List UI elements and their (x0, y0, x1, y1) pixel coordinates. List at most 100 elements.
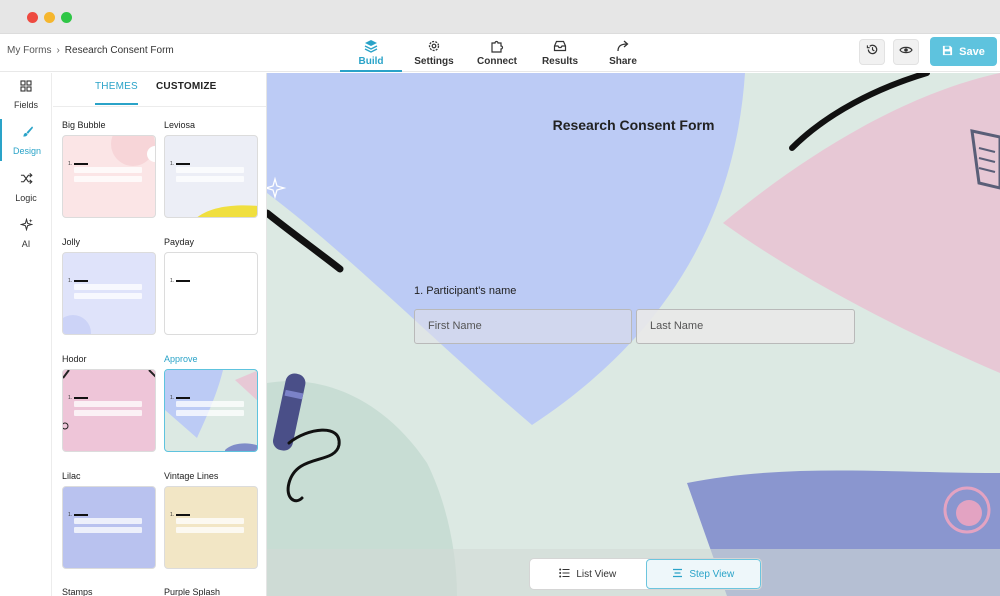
theme-card-vintage-lines[interactable]: Vintage Lines 1. (164, 471, 258, 581)
rail-item-label: AI (21, 239, 31, 249)
theme-name: Jolly (62, 237, 81, 247)
theme-name: Leviosa (164, 120, 196, 130)
theme-name: Payday (164, 237, 195, 247)
theme-card-big-bubble[interactable]: Big Bubble 1. (62, 120, 156, 230)
nav-tab-build[interactable]: Build (340, 37, 402, 72)
thumb-field (176, 410, 244, 416)
floppy-disk-icon (942, 45, 953, 59)
theme-preview: 1. (164, 252, 258, 335)
step-view-button[interactable]: Step View (645, 559, 761, 589)
themes-panel: THEMES CUSTOMIZE Big Bubble 1. Leviosa 1… (53, 73, 267, 596)
theme-preview: 1. (62, 486, 156, 569)
shuffle-icon (20, 172, 33, 190)
rail-item-label: Fields (13, 100, 38, 110)
step-view-label: Step View (689, 568, 735, 580)
thumb-dash (74, 280, 88, 282)
breadcrumb-my-forms-link[interactable]: My Forms (7, 45, 51, 56)
theme-card-jolly[interactable]: Jolly 1. (62, 237, 156, 347)
tab-customize[interactable]: CUSTOMIZE (156, 81, 217, 105)
thumb-field (74, 284, 142, 290)
list-view-label: List View (576, 568, 617, 580)
theme-card-approve[interactable]: Approve 1. (164, 354, 258, 464)
theme-preview: 1. (164, 486, 258, 569)
theme-name: Approve (164, 354, 198, 364)
rail-item-design[interactable]: Design (0, 119, 52, 161)
rail-item-fields[interactable]: Fields (0, 78, 52, 120)
rail-item-ai[interactable]: AI (0, 216, 52, 258)
form-title: Research Consent Form (552, 117, 715, 133)
top-bar: My Forms › Research Consent Form Build S… (0, 34, 1000, 72)
theme-name: Vintage Lines (164, 471, 219, 481)
save-button-label: Save (959, 45, 985, 58)
thumb-number: 1. (170, 161, 175, 167)
theme-preview: 1. (62, 135, 156, 218)
theme-card-stamps[interactable]: Stamps (62, 587, 156, 596)
thumb-number: 1. (170, 512, 175, 518)
thumb-field (74, 518, 142, 524)
breadcrumb-current-form: Research Consent Form (64, 45, 174, 56)
thumb-dash (74, 397, 88, 399)
theme-card-purple-splash[interactable]: Purple Splash (164, 587, 258, 596)
theme-preview: 1. (164, 135, 258, 218)
thumb-field (176, 167, 244, 173)
theme-preview: 1. (62, 369, 156, 452)
thumb-field (176, 518, 244, 524)
rail-item-logic[interactable]: Logic (0, 170, 52, 212)
view-toggle: List View Step View (529, 558, 762, 590)
grid-icon (20, 79, 32, 97)
last-name-input[interactable]: Last Name (636, 309, 855, 344)
breadcrumb-separator: › (56, 45, 60, 56)
form-canvas (267, 73, 1000, 596)
preview-button[interactable] (893, 39, 919, 65)
theme-name: Lilac (62, 471, 81, 481)
rail-item-label: Design (12, 146, 41, 156)
theme-name: Hodor (62, 354, 87, 364)
thumb-dash (74, 163, 88, 165)
thumb-number: 1. (68, 395, 73, 401)
maximize-window-button[interactable] (61, 12, 72, 23)
canvas-background-art (267, 73, 1000, 596)
window-titlebar (0, 0, 1000, 34)
close-window-button[interactable] (27, 12, 38, 23)
theme-card-leviosa[interactable]: Leviosa 1. (164, 120, 258, 230)
thumb-field (176, 176, 244, 182)
list-view-button[interactable]: List View (530, 559, 646, 589)
history-icon (866, 43, 879, 61)
thumb-field (74, 176, 142, 182)
nav-tab-share[interactable]: Share (592, 37, 654, 72)
nav-tab-results[interactable]: Results (529, 37, 591, 72)
theme-name: Purple Splash (164, 587, 221, 596)
app-window: My Forms › Research Consent Form Build S… (0, 0, 1000, 596)
nav-tab-label: Share (609, 56, 637, 67)
theme-card-hodor[interactable]: Hodor 1. (62, 354, 156, 464)
thumb-field (74, 167, 142, 173)
tab-themes[interactable]: THEMES (95, 81, 138, 105)
thumb-dash (176, 163, 190, 165)
theme-preview: 1. (62, 252, 156, 335)
share-arrow-icon (615, 38, 631, 54)
nav-tab-settings[interactable]: Settings (403, 37, 465, 72)
theme-card-lilac[interactable]: Lilac 1. (62, 471, 156, 581)
thumb-field (74, 527, 142, 533)
nav-tab-label: Results (541, 56, 579, 67)
minimize-window-button[interactable] (44, 12, 55, 23)
history-button[interactable] (859, 39, 885, 65)
brush-icon (21, 125, 34, 143)
theme-card-payday[interactable]: Payday 1. (164, 237, 258, 347)
thumb-dash (74, 514, 88, 516)
nav-tab-label: Build (358, 56, 384, 67)
rail-item-label: Logic (15, 193, 37, 203)
inbox-icon (552, 38, 568, 54)
nav-tab-label: Settings (414, 56, 454, 67)
left-rail: Fields Design Logic AI (0, 73, 52, 596)
thumb-field (74, 293, 142, 299)
theme-name: Stamps (62, 587, 93, 596)
thumb-number: 1. (68, 278, 73, 284)
nav-tab-connect[interactable]: Connect (466, 37, 528, 72)
save-button[interactable]: Save (930, 37, 997, 66)
sparkle-icon (18, 217, 34, 236)
list-icon (559, 568, 570, 581)
first-name-input[interactable]: First Name (414, 309, 632, 344)
thumb-field (176, 527, 244, 533)
thumb-dash (176, 397, 190, 399)
